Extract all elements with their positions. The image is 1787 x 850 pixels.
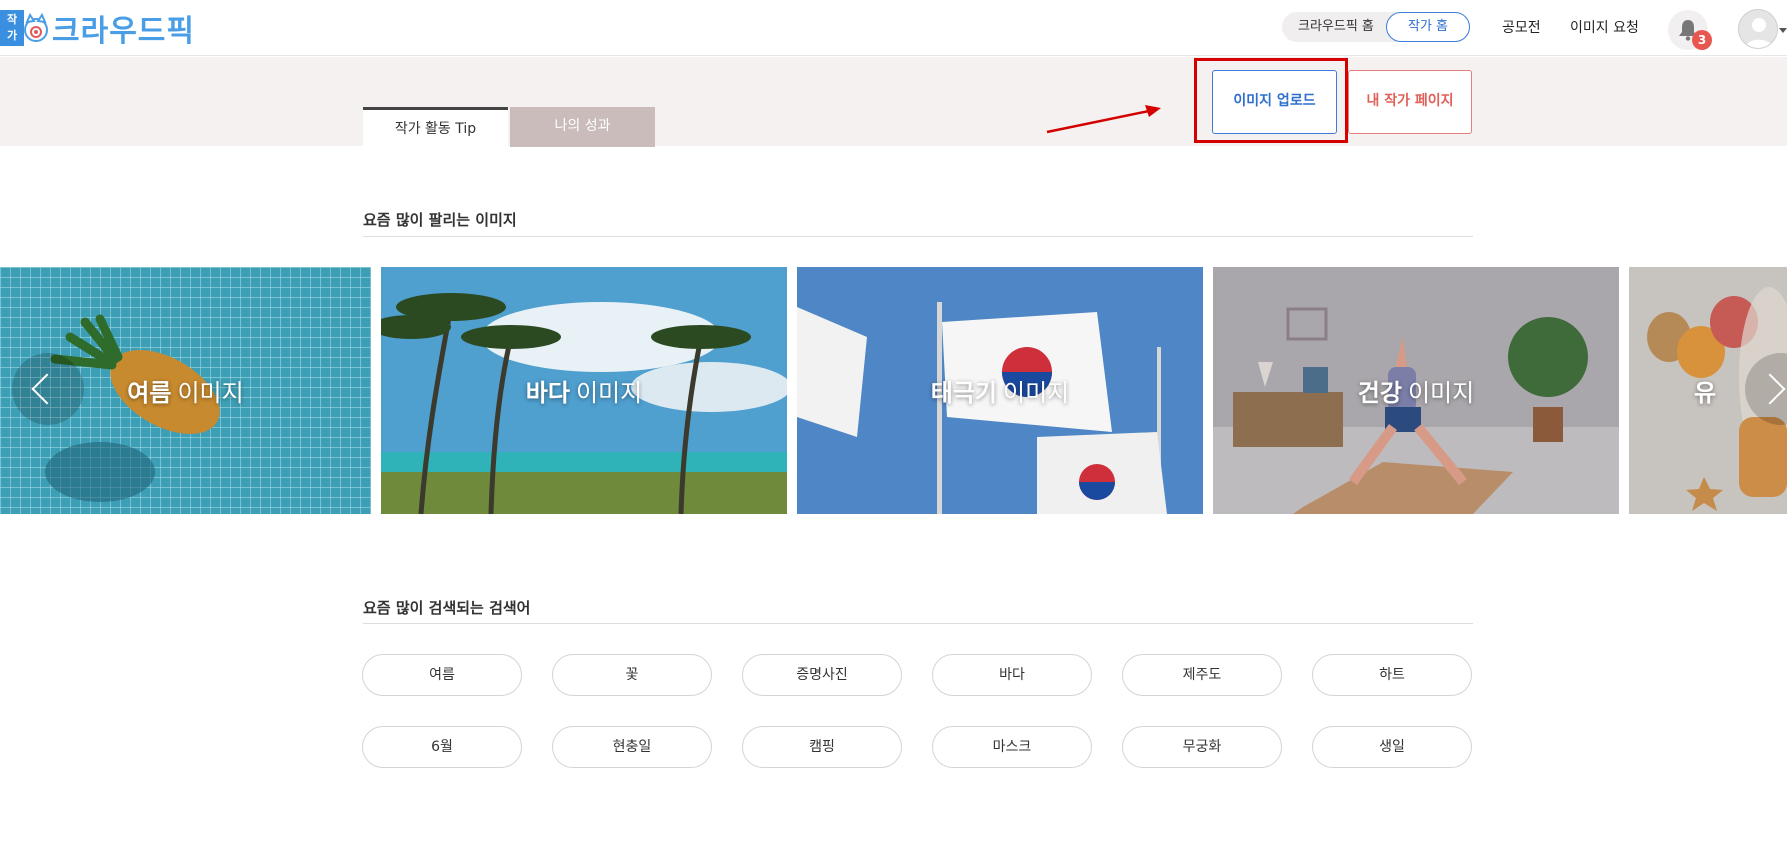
user-icon (1745, 18, 1773, 48)
mascot-icon (24, 12, 48, 42)
keyword-chip[interactable]: 현충일 (552, 726, 712, 768)
home-segment-toggle: 크라우드픽 홈 작가 홈 (1282, 12, 1470, 42)
logo[interactable]: 작가 크라우드픽 (0, 8, 195, 49)
chevron-down-icon[interactable] (1779, 28, 1787, 33)
nav-image-request[interactable]: 이미지 요청 (1570, 17, 1639, 37)
image-card-taegukgi[interactable]: 태극기 이미지 (797, 267, 1203, 514)
keyword-chip[interactable]: 캠핑 (742, 726, 902, 768)
artist-home-link[interactable]: 작가 홈 (1386, 12, 1470, 42)
card-caption: 바다 이미지 (525, 379, 643, 407)
logo-text: 크라우드픽 (52, 14, 195, 49)
crowdpic-home-link[interactable]: 크라우드픽 홈 (1298, 12, 1374, 42)
keyword-chip[interactable]: 6월 (362, 726, 522, 768)
image-card-sea[interactable]: 바다 이미지 (381, 267, 787, 514)
tab-my-performance[interactable]: 나의 성과 (510, 107, 655, 147)
nav-contest[interactable]: 공모전 (1502, 17, 1541, 37)
divider (363, 236, 1473, 237)
chevron-right-icon (1754, 373, 1786, 405)
top-header: 작가 크라우드픽 크라우드픽 홈 작가 홈 공모전 이미지 요청 3 (0, 0, 1787, 56)
keyword-chip[interactable]: 증명사진 (742, 654, 902, 696)
divider (363, 623, 1473, 624)
keyword-chip[interactable]: 무궁화 (1122, 726, 1282, 768)
popular-images-title: 요즘 많이 팔리는 이미지 (363, 211, 517, 229)
card-caption: 태극기 이미지 (930, 379, 1070, 407)
keyword-chip[interactable]: 생일 (1312, 726, 1472, 768)
keyword-chip[interactable]: 꽃 (552, 654, 712, 696)
logo-badge: 작가 (0, 10, 24, 46)
keyword-chip[interactable]: 하트 (1312, 654, 1472, 696)
keyword-chip[interactable]: 여름 (362, 654, 522, 696)
image-card-health[interactable]: 건강 이미지 (1213, 267, 1619, 514)
popular-keywords-title: 요즘 많이 검색되는 검색어 (363, 599, 531, 617)
keyword-chip[interactable]: 제주도 (1122, 654, 1282, 696)
keyword-chip[interactable]: 마스크 (932, 726, 1092, 768)
tab-artist-tip[interactable]: 작가 활동 Tip (363, 107, 508, 147)
notification-badge: 3 (1692, 30, 1712, 50)
avatar[interactable] (1738, 9, 1778, 49)
artist-toolbar-band (0, 57, 1787, 146)
my-artist-page-button[interactable]: 내 작가 페이지 (1348, 70, 1472, 134)
annotation-arrow-icon (1046, 105, 1161, 134)
chevron-left-icon (31, 373, 63, 405)
annotation-highlight-box (1194, 58, 1348, 143)
keyword-chip[interactable]: 바다 (932, 654, 1092, 696)
carousel-prev-button[interactable] (12, 353, 84, 425)
card-caption: 건강 이미지 (1357, 379, 1475, 407)
